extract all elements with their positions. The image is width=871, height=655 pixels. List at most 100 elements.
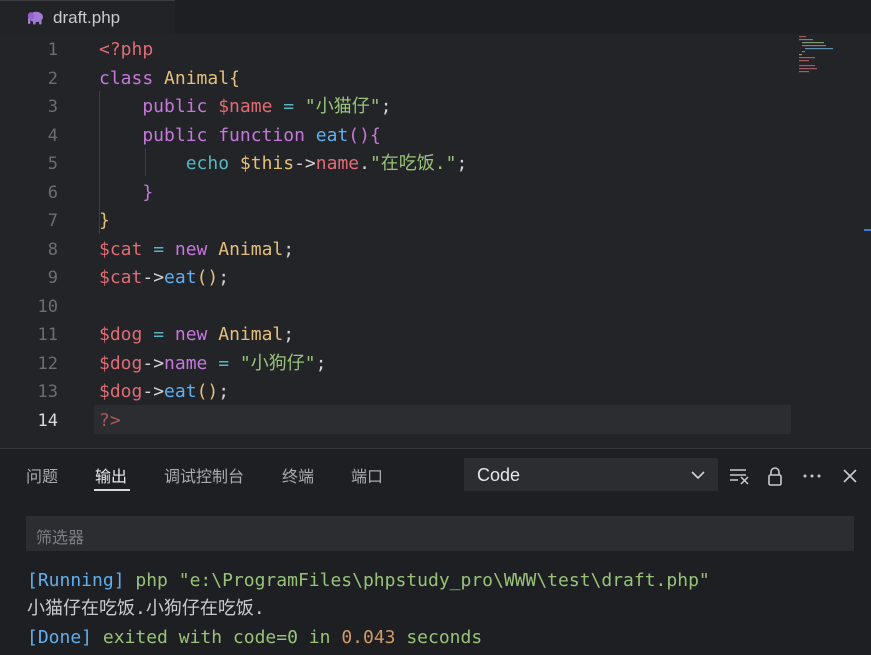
line-number: 8 <box>47 239 58 260</box>
code-line[interactable]: 1 <?php <box>0 36 871 65</box>
editor-tab-draft[interactable]: draft.php <box>0 0 175 35</box>
code-line[interactable]: 9 $cat->eat(); <box>0 264 871 293</box>
code-token: class <box>99 67 165 89</box>
line-number: 5 <box>47 154 58 174</box>
output-line-running: [Running] php "e:\ProgramFiles\phpstudy_… <box>27 567 710 595</box>
editor-tab-bar: draft.php <box>0 0 871 35</box>
code-line[interactable]: 6 } <box>0 179 871 208</box>
code-text: $cat->eat(); <box>99 264 229 293</box>
output-channel-select[interactable]: Code <box>464 458 718 491</box>
close-icon[interactable] <box>840 466 860 486</box>
code-token: Animal <box>218 238 284 260</box>
code-text: } <box>99 207 110 236</box>
code-token: "在吃饭." <box>369 153 457 174</box>
line-number: 4 <box>47 125 58 146</box>
code-token: ; <box>283 324 295 345</box>
code-token: } <box>99 181 154 203</box>
code-token: $cat <box>99 267 143 288</box>
code-editor[interactable]: 1 <?php 2 class Animal{3 public $name = "小猫… <box>0 34 871 448</box>
php-elephant-icon <box>27 11 43 25</box>
code-token: "小狗仔" <box>239 352 316 374</box>
code-token: "小猫仔" <box>304 96 381 117</box>
output-filter-input[interactable]: 筛选器 <box>26 516 854 551</box>
code-text: <?php <box>99 36 153 65</box>
code-token: $dog <box>99 381 143 402</box>
code-token: echo <box>99 153 240 174</box>
code-text: } <box>99 179 153 208</box>
code-line[interactable]: 8 $cat = new Animal; <box>0 236 871 265</box>
code-token: $dog <box>99 352 143 374</box>
line-number: 6 <box>47 182 58 203</box>
code-token: $name <box>218 96 273 117</box>
lock-icon[interactable] <box>765 466 785 486</box>
code-token: -> <box>142 352 165 374</box>
code-token: eat <box>164 381 197 402</box>
code-line[interactable]: 12 $dog->name = "小狗仔"; <box>0 350 871 379</box>
code-line[interactable]: 10 <box>0 293 871 322</box>
code-token: -> <box>142 381 165 402</box>
tab-debug-console[interactable]: 调试控制台 <box>164 463 244 487</box>
code-token: () <box>196 267 219 288</box>
tab-ports[interactable]: 端口 <box>351 463 383 487</box>
output-in-text: in <box>297 627 342 648</box>
code-token: eat <box>315 124 349 146</box>
code-token: (){ <box>348 124 381 146</box>
line-number: 1 <box>47 40 58 60</box>
code-token: eat <box>164 267 197 288</box>
code-line[interactable]: 11 $dog = new Animal; <box>0 321 871 350</box>
code-token: -> <box>294 153 316 174</box>
code-token: new <box>174 238 219 260</box>
tab-problems[interactable]: 问题 <box>26 463 58 487</box>
code-token: $cat <box>99 238 143 260</box>
code-token: = <box>142 238 175 260</box>
code-line[interactable]: 7} <box>0 207 871 236</box>
line-number: 12 <box>37 353 58 374</box>
code-token: . <box>359 153 370 174</box>
active-tab-underline <box>94 489 130 491</box>
code-token: <?php <box>99 39 154 60</box>
output-exited-text: exited with <box>92 627 233 648</box>
code-token: $dog <box>99 324 143 345</box>
code-token: ; <box>283 238 295 260</box>
output-line-result: 小猫仔在吃饭.小狗仔在吃饭. <box>27 598 265 619</box>
line-number: 7 <box>47 211 58 231</box>
output-command: php "e:\ProgramFiles\phpstudy_pro\WWW\te… <box>124 570 710 591</box>
chevron-down-icon <box>691 471 705 480</box>
output-exit-code: code=0 <box>232 627 298 648</box>
code-text: $dog->eat(); <box>99 378 229 407</box>
output-elapsed-time: 0.043 <box>341 627 396 648</box>
code-text: public function eat(){ <box>99 122 381 151</box>
tab-filename: draft.php <box>53 8 121 27</box>
code-text: $dog->name = "小狗仔"; <box>99 350 326 379</box>
code-token: public <box>99 96 219 117</box>
line-number: 13 <box>37 382 58 402</box>
minimap[interactable] <box>797 34 847 74</box>
code-line[interactable]: 13 $dog->eat(); <box>0 378 871 407</box>
code-token: ?> <box>99 409 121 431</box>
filter-placeholder: 筛选器 <box>36 528 85 547</box>
line-number: 2 <box>47 68 58 89</box>
line-number: 10 <box>37 296 58 317</box>
code-token: name <box>164 352 208 374</box>
output-channel-value: Code <box>477 465 521 485</box>
more-actions-icon[interactable] <box>802 466 822 486</box>
clear-output-icon[interactable] <box>729 466 749 486</box>
code-line[interactable]: 3 public $name = "小猫仔"; <box>0 93 871 122</box>
code-line[interactable]: 14 ?> <box>0 407 871 436</box>
code-line[interactable]: 4 public function eat(){ <box>0 122 871 151</box>
code-text: ?> <box>99 407 121 436</box>
line-number: 9 <box>47 268 58 288</box>
code-token: Animal <box>164 67 230 89</box>
code-token: ; <box>218 381 230 402</box>
code-token: } <box>99 210 110 231</box>
tab-terminal[interactable]: 终端 <box>282 463 314 487</box>
scrollbar-cursor-marker <box>864 229 871 231</box>
code-line[interactable]: 2 class Animal{ <box>0 65 871 94</box>
code-token: ; <box>218 267 230 288</box>
code-line[interactable]: 5 echo $this->name."在吃饭."; <box>0 150 871 179</box>
code-token: function <box>218 124 316 146</box>
code-token: = <box>272 96 305 117</box>
code-token: Animal <box>218 324 284 345</box>
code-text: public $name = "小猫仔"; <box>99 93 391 122</box>
tab-output[interactable]: 输出 <box>95 463 127 487</box>
